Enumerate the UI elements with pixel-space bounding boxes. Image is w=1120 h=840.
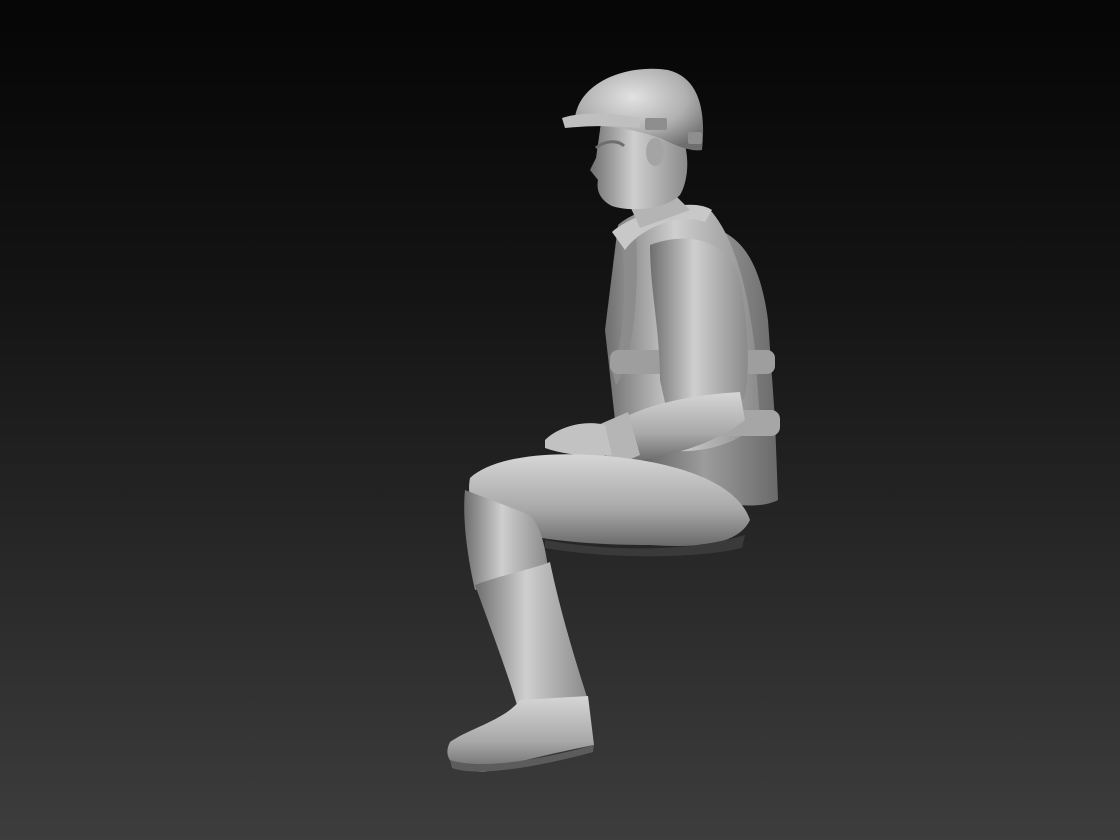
ear (646, 138, 664, 166)
sculpt-figure (447, 68, 780, 772)
boot-shaft (475, 562, 588, 715)
hat-clip-side (688, 132, 702, 144)
boot-foot (447, 696, 594, 772)
hat-clip-front (645, 118, 667, 130)
hand (545, 423, 612, 457)
render-viewport (0, 0, 1120, 840)
